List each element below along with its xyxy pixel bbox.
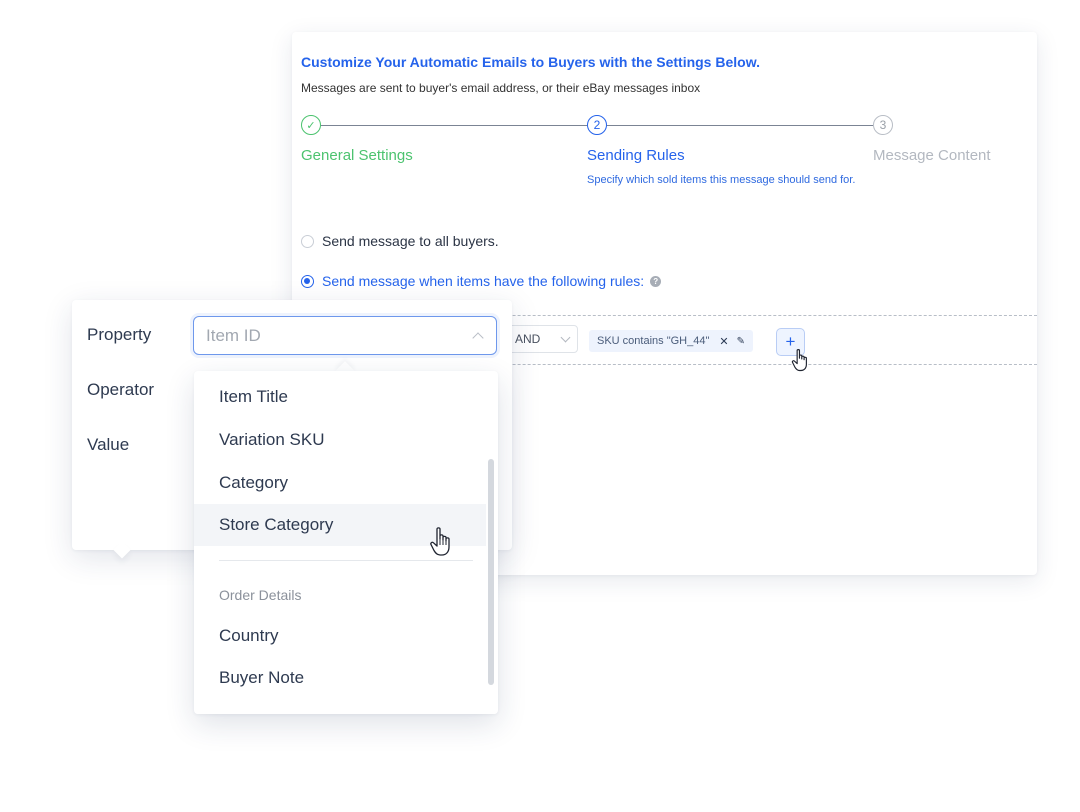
dropdown-group-header: Order Details	[219, 587, 302, 603]
dropdown-fade	[194, 694, 498, 714]
operator-label: Operator	[87, 380, 155, 399]
property-label: Property	[87, 325, 152, 344]
dropdown-item-item-title[interactable]: Item Title	[194, 376, 486, 418]
radio-all-buyers[interactable]: Send message to all buyers.	[301, 233, 499, 249]
radio-label: Send message to all buyers.	[322, 233, 499, 249]
chevron-down-icon	[560, 332, 571, 343]
dropdown-item-buyer-note[interactable]: Buyer Note	[194, 657, 486, 699]
dropdown-scrollbar[interactable]	[488, 459, 494, 685]
chevron-up-icon	[472, 332, 484, 344]
property-select-placeholder: Item ID	[206, 325, 261, 345]
help-icon[interactable]: ?	[650, 275, 662, 287]
step-message-content[interactable]: Message Content	[873, 147, 991, 164]
step-2-number: 2	[593, 118, 601, 132]
dropdown-divider	[219, 560, 473, 561]
dropdown-item-country[interactable]: Country	[194, 615, 486, 657]
stepper-line-2	[607, 125, 873, 126]
page-title: Customize Your Automatic Emails to Buyer…	[301, 54, 760, 70]
dropdown-item-variation-sku[interactable]: Variation SKU	[194, 419, 486, 461]
step-description: Specify which sold items this message sh…	[587, 174, 856, 186]
dropdown-item-category[interactable]: Category	[194, 462, 486, 504]
hand-cursor-icon	[791, 349, 807, 372]
rule-chip-label: SKU contains "GH_44"	[597, 335, 710, 347]
join-operator-select[interactable]: AND	[506, 325, 578, 353]
check-icon: ✓	[306, 119, 316, 132]
join-operator-value: AND	[515, 332, 541, 346]
rule-chip[interactable]: SKU contains "GH_44" ✕ ✎	[589, 330, 753, 352]
step-3-number: 3	[879, 118, 887, 132]
radio-button[interactable]	[301, 234, 314, 248]
step-1-check-icon[interactable]: ✓	[301, 115, 321, 135]
hand-cursor-icon	[430, 527, 450, 556]
step-2-indicator[interactable]: 2	[587, 115, 607, 135]
pencil-icon[interactable]: ✎	[737, 336, 745, 347]
page-subtitle: Messages are sent to buyer's email addre…	[301, 81, 701, 95]
value-label: Value	[87, 435, 130, 454]
radio-item-rules[interactable]: Send message when items have the followi…	[301, 273, 662, 289]
stepper-line-1	[321, 125, 587, 126]
step-sending-rules[interactable]: Sending Rules	[587, 147, 685, 164]
close-icon[interactable]: ✕	[719, 335, 728, 348]
step-general-settings[interactable]: General Settings	[301, 147, 413, 164]
radio-button-checked[interactable]	[301, 274, 314, 288]
step-3-indicator[interactable]: 3	[873, 115, 893, 135]
property-select[interactable]: Item ID	[193, 316, 497, 355]
radio-label: Send message when items have the followi…	[322, 273, 645, 289]
